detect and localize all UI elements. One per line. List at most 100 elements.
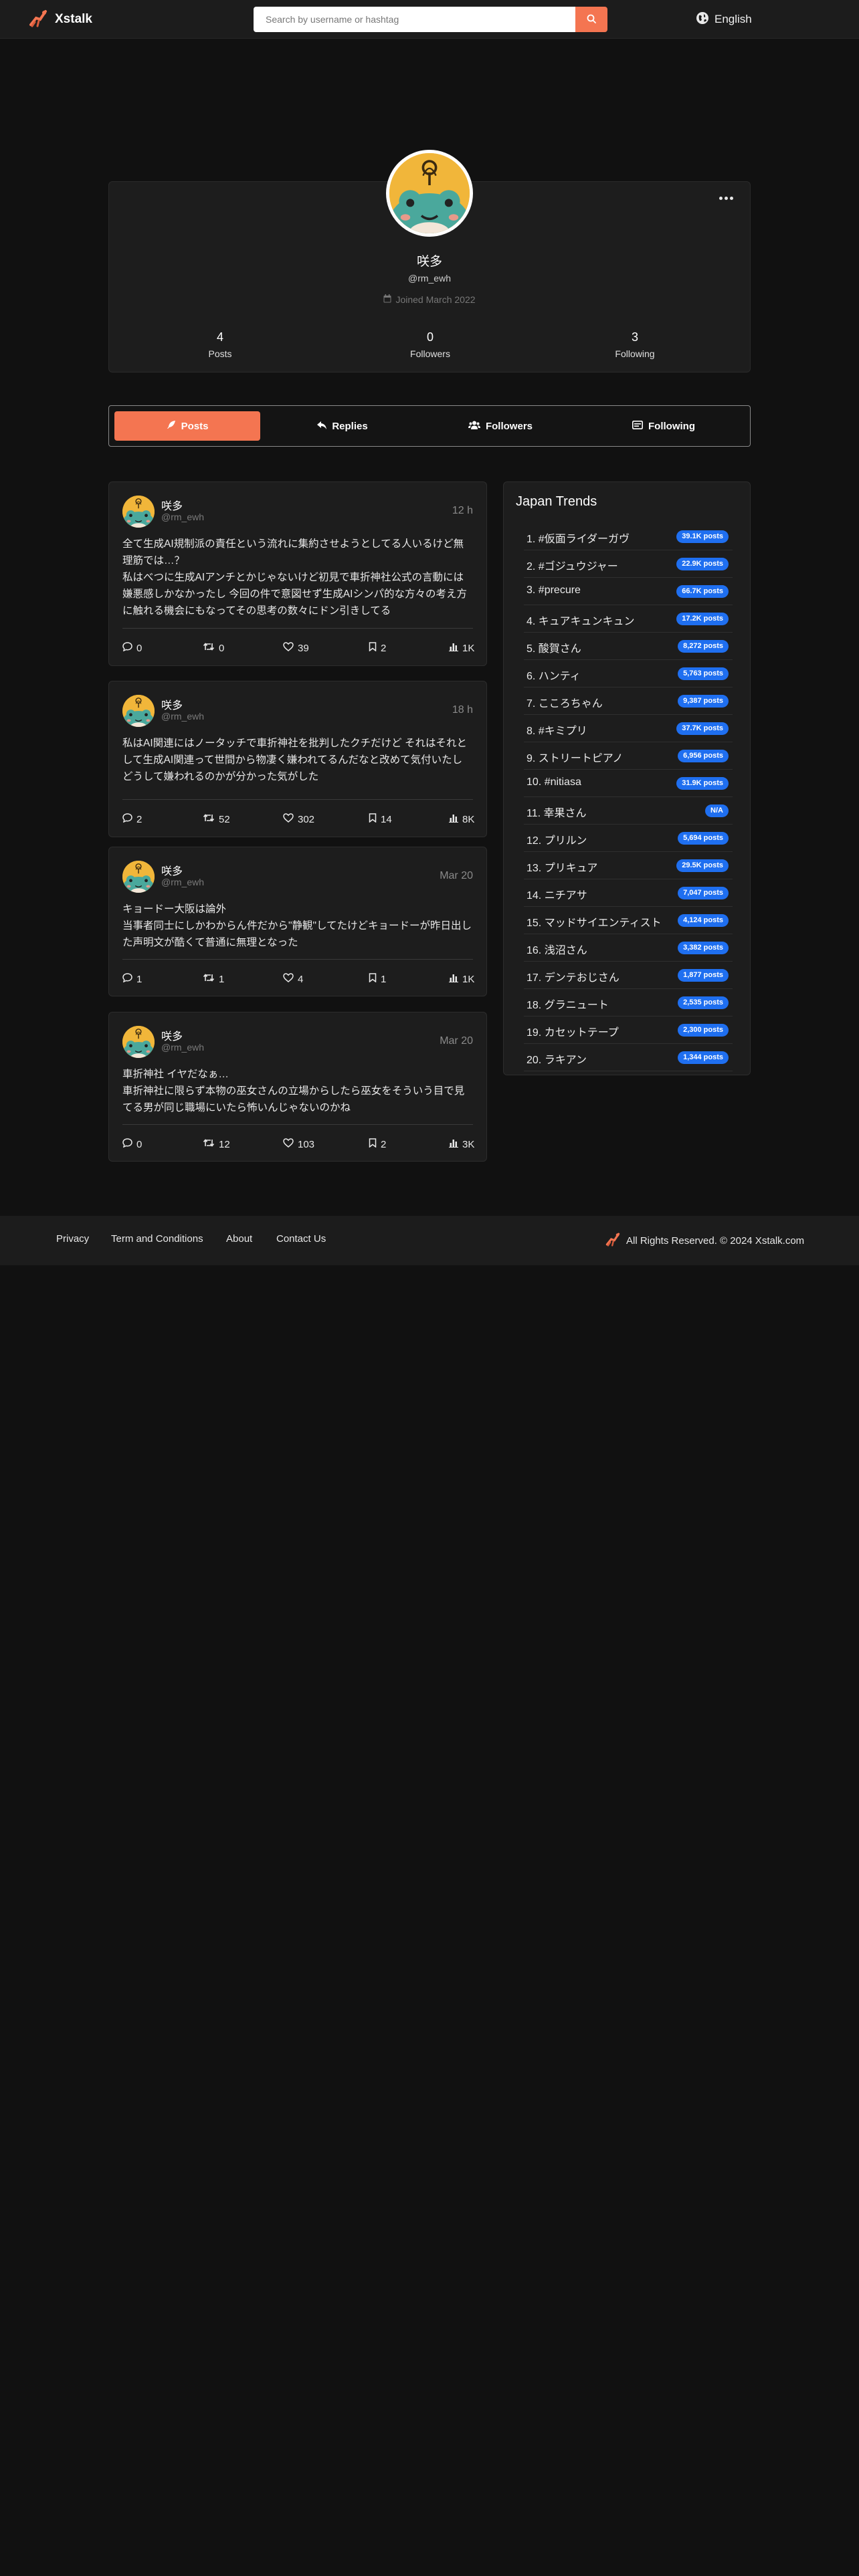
trend-item[interactable]: 14. ニチアサ 7,047 posts — [524, 879, 733, 907]
bookmark-icon — [369, 813, 377, 825]
trend-post-count-badge: 31.9K posts — [676, 777, 729, 790]
trend-name: 1. #仮面ライダーガヴ — [527, 534, 630, 545]
post-author-handle: @rm_ewh — [161, 1042, 205, 1053]
replies-button[interactable]: 2 — [122, 811, 142, 827]
trend-item[interactable]: 9. ストリートピアノ 6,956 posts — [524, 742, 733, 770]
likes-button[interactable]: 103 — [283, 1136, 314, 1152]
footer-link-contact[interactable]: Contact Us — [276, 1233, 326, 1245]
stat-following-value: 3 — [631, 330, 638, 344]
trend-item[interactable]: 17. デンテおじさん 1,877 posts — [524, 962, 733, 989]
stat-posts[interactable]: 4 Posts — [167, 330, 274, 359]
trend-item[interactable]: 16. 浅沼さん 3,382 posts — [524, 934, 733, 962]
profile-name: 咲多 — [416, 255, 442, 269]
post-avatar[interactable] — [122, 695, 155, 727]
trends-title: Japan Trends — [516, 494, 597, 509]
users-icon — [468, 421, 480, 432]
footer-link-terms[interactable]: Term and Conditions — [111, 1233, 203, 1245]
post-author-name[interactable]: 咲多 — [161, 862, 183, 878]
trend-item[interactable]: 8. #キミプリ 37.7K posts — [524, 715, 733, 742]
replies-button[interactable]: 0 — [122, 640, 142, 656]
trend-item[interactable]: 3. #precure 66.7K posts — [524, 578, 733, 605]
views-button[interactable]: 1K — [449, 971, 474, 987]
trend-item[interactable]: 12. プリルン 5,694 posts — [524, 825, 733, 852]
bookmarks-button[interactable]: 14 — [369, 811, 392, 827]
stat-followers[interactable]: 0 Followers — [377, 330, 484, 359]
globe-icon — [696, 11, 709, 28]
post-avatar[interactable] — [122, 1026, 155, 1058]
bookmarks-button[interactable]: 1 — [369, 971, 386, 987]
replies-button[interactable]: 0 — [122, 1136, 142, 1152]
trend-item[interactable]: 10. #nitiasa 31.9K posts — [524, 770, 733, 797]
trend-item[interactable]: 11. 幸果さん N/A — [524, 797, 733, 825]
footer-link-privacy[interactable]: Privacy — [56, 1233, 89, 1245]
trend-post-count-badge: 22.9K posts — [676, 558, 729, 570]
views-button[interactable]: 8K — [449, 811, 474, 827]
likes-button[interactable]: 39 — [283, 640, 309, 656]
footer-link-about[interactable]: About — [226, 1233, 252, 1245]
views-button[interactable]: 1K — [449, 640, 474, 656]
trend-post-count-badge: 66.7K posts — [676, 585, 729, 598]
trend-name: 6. ハンティ — [527, 671, 581, 682]
brand-link[interactable]: Xstalk — [28, 8, 92, 31]
views-button[interactable]: 3K — [449, 1136, 474, 1152]
post-divider — [122, 628, 473, 629]
likes-button[interactable]: 4 — [283, 971, 303, 987]
trend-item[interactable]: 18. グラニュート 2,535 posts — [524, 989, 733, 1016]
more-options-icon[interactable] — [717, 191, 735, 205]
trend-post-count-badge: 29.5K posts — [676, 859, 729, 872]
bar-chart-icon — [449, 643, 458, 654]
trend-post-count-badge: 1,877 posts — [678, 969, 729, 982]
tab-following[interactable]: Following — [588, 411, 739, 441]
reposts-button[interactable]: 12 — [203, 1136, 230, 1152]
trend-item[interactable]: 5. 酸賀さん 8,272 posts — [524, 633, 733, 660]
stat-following[interactable]: 3 Following — [581, 330, 688, 359]
comment-icon — [122, 813, 132, 825]
search-button[interactable] — [575, 7, 607, 32]
trend-name: 17. デンテおじさん — [527, 972, 619, 984]
bookmarks-button[interactable]: 2 — [369, 640, 386, 656]
likes-count: 4 — [298, 973, 304, 985]
post-avatar[interactable] — [122, 861, 155, 893]
reposts-button[interactable]: 1 — [203, 971, 224, 987]
trend-item[interactable]: 4. キュアキュンキュン 17.2K posts — [524, 605, 733, 633]
tab-followers[interactable]: Followers — [425, 411, 576, 441]
reposts-button[interactable]: 52 — [203, 811, 230, 827]
stat-posts-value: 4 — [216, 330, 223, 344]
search-input[interactable] — [254, 7, 575, 32]
trend-item[interactable]: 13. プリキュア 29.5K posts — [524, 852, 733, 879]
tab-replies[interactable]: Replies — [270, 411, 415, 441]
trend-item[interactable]: 1. #仮面ライダーガヴ 39.1K posts — [524, 523, 733, 550]
bookmarks-button[interactable]: 2 — [369, 1136, 386, 1152]
post-author-name[interactable]: 咲多 — [161, 696, 183, 712]
post-author-name[interactable]: 咲多 — [161, 497, 183, 513]
trend-post-count-badge: 8,272 posts — [678, 640, 729, 653]
xstalk-logo-icon — [28, 9, 48, 31]
trend-item[interactable]: 2. #ゴジュウジャー 22.9K posts — [524, 550, 733, 578]
bar-chart-icon — [449, 974, 458, 985]
post-timestamp: Mar 20 — [440, 870, 473, 881]
post-card[interactable]: 咲多 @rm_ewh Mar 20 車折神社 イヤだなぁ… 車折神社に限らず本物… — [108, 1012, 487, 1162]
language-selector[interactable]: English — [696, 9, 752, 29]
post-avatar[interactable] — [122, 496, 155, 528]
post-timestamp: 12 h — [452, 505, 473, 516]
feather-icon — [167, 420, 176, 432]
replies-button[interactable]: 1 — [122, 971, 142, 987]
trend-name: 12. プリルン — [527, 835, 587, 847]
post-author-name[interactable]: 咲多 — [161, 1027, 183, 1043]
trend-item[interactable]: 20. ラキアン 1,344 posts — [524, 1044, 733, 1071]
replies-count: 0 — [136, 1138, 142, 1150]
trend-post-count-badge: N/A — [705, 804, 729, 817]
trend-post-count-badge: 39.1K posts — [676, 530, 729, 543]
reposts-button[interactable]: 0 — [203, 640, 224, 656]
post-card[interactable]: 咲多 @rm_ewh 18 h 私はAI関連にはノータッチで車折神社を批判したク… — [108, 681, 487, 837]
trend-item[interactable]: 15. マッドサイエンティスト 4,124 posts — [524, 907, 733, 934]
trend-item[interactable]: 6. ハンティ 5,763 posts — [524, 660, 733, 687]
tab-posts[interactable]: Posts — [114, 411, 260, 441]
likes-button[interactable]: 302 — [283, 811, 314, 827]
trend-item[interactable]: 19. カセットテープ 2,300 posts — [524, 1016, 733, 1044]
views-count: 1K — [462, 642, 475, 654]
trend-item[interactable]: 7. こころちゃん 9,387 posts — [524, 687, 733, 715]
post-card[interactable]: 咲多 @rm_ewh 12 h 全て生成AI規制派の責任という流れに集約させよう… — [108, 481, 487, 666]
bookmark-icon — [369, 1138, 377, 1150]
post-card[interactable]: 咲多 @rm_ewh Mar 20 キョードー大阪は論外 当事者同士にしかわから… — [108, 847, 487, 996]
